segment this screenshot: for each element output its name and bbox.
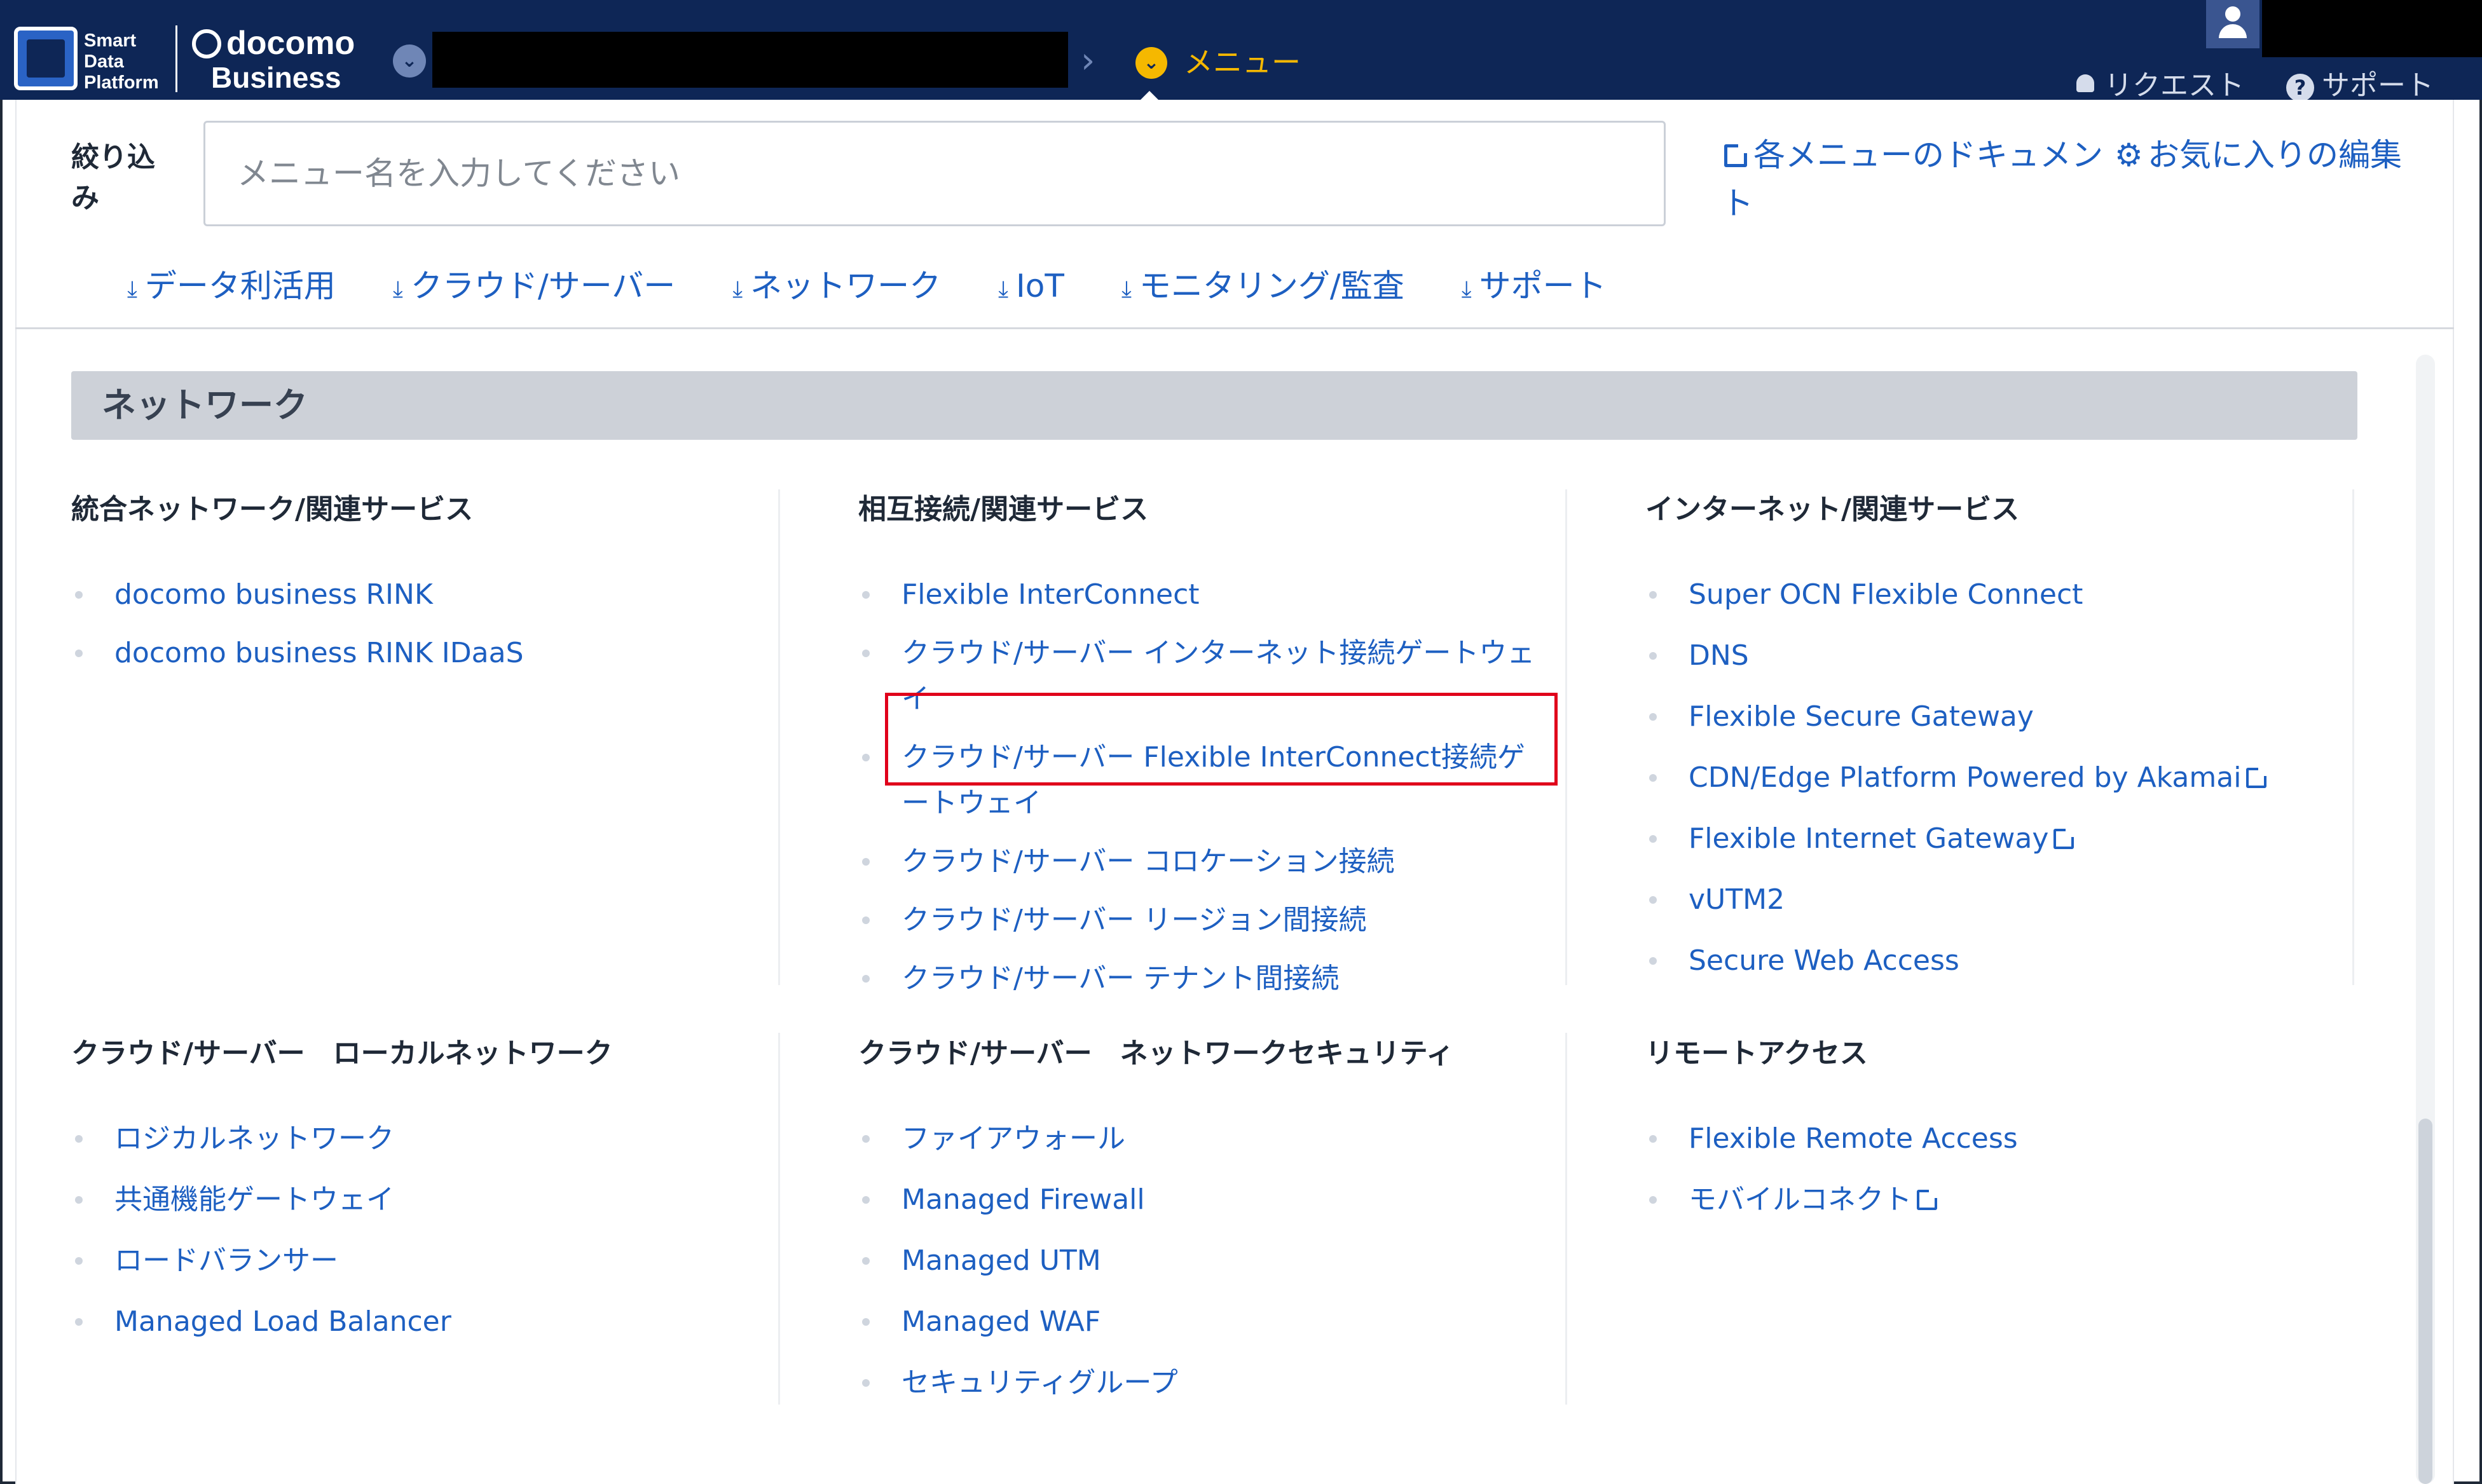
external-link-icon: [1724, 144, 1747, 167]
menu-item[interactable]: Flexible Remote Access: [1645, 1116, 2332, 1162]
menu-item[interactable]: Secure Web Access: [1645, 938, 2332, 984]
panel-caret: [1141, 91, 1158, 100]
bell-icon: [2073, 72, 2098, 97]
menu-item-external[interactable]: モバイルコネクト: [1645, 1177, 2332, 1223]
category-nav: ⤓ データ利活用 ⤓ クラウド/サーバー ⤓ ネットワーク ⤓ IoT ⤓ モニタリング/…: [127, 261, 1607, 311]
arrow-down-icon: ⤓: [1461, 276, 1472, 303]
column-divider: [1565, 489, 1567, 985]
arrow-down-icon: ⤓: [392, 276, 403, 303]
menu-item[interactable]: DNS: [1645, 633, 2332, 679]
menu-item[interactable]: Managed UTM: [858, 1238, 1545, 1284]
edit-favorites-link[interactable]: ⚙ お気に入りの編集: [2115, 131, 2407, 179]
column-divider: [778, 1033, 780, 1405]
menu-item[interactable]: vUTM2: [1645, 877, 2332, 923]
menu-chevron-down-icon[interactable]: ⌄: [1135, 47, 1167, 79]
column-divider: [778, 489, 780, 985]
menu-item[interactable]: Flexible Secure Gateway: [1645, 694, 2332, 740]
top-bar: Smart Data Platform docomo Business ⌄ › …: [0, 0, 2482, 103]
group-list-network-security: ファイアウォール Managed Firewall Managed UTM Ma…: [858, 1116, 1545, 1406]
menu-item-label: CDN/Edge Platform Powered by Akamai: [1689, 761, 2242, 794]
external-link-icon: [2053, 828, 2075, 849]
smart-data-platform-logo-icon[interactable]: [14, 27, 78, 90]
menu-item[interactable]: クラウド/サーバー リージョン間接続: [858, 897, 1545, 943]
docomo-logo-icon: [192, 29, 221, 58]
highlight-annotation-box: [885, 693, 1558, 786]
docomo-wordmark: docomo: [226, 25, 355, 62]
group-title-local-network: クラウド/サーバー ローカルネットワーク: [71, 1037, 613, 1070]
category-link-iot[interactable]: ⤓ IoT: [998, 261, 1064, 311]
menu-item-label: モバイルコネクト: [1689, 1183, 1912, 1216]
menu-toggle-button[interactable]: メニュー: [1184, 42, 1301, 83]
request-link[interactable]: リクエスト: [2073, 69, 2244, 103]
menu-item[interactable]: Managed Load Balancer: [71, 1299, 758, 1345]
group-list-interconnect: Flexible InterConnect クラウド/サーバー インターネット接…: [858, 572, 1545, 1002]
help-icon: ?: [2286, 74, 2314, 102]
scrollbar-thumb[interactable]: [2418, 1119, 2432, 1484]
menu-item[interactable]: Managed WAF: [858, 1299, 1545, 1345]
column-divider: [2352, 489, 2354, 985]
menu-documents-link[interactable]: 各メニューのドキュメント: [1722, 131, 2116, 228]
tenant-name-redacted[interactable]: [432, 32, 1068, 88]
section-header-network: ネットワーク: [71, 371, 2357, 440]
group-title-interconnect: 相互接続/関連サービス: [858, 493, 1149, 526]
menu-item[interactable]: Flexible InterConnect: [858, 572, 1545, 618]
nav-divider: [15, 327, 2454, 329]
group-list-internet: Super OCN Flexible Connect DNS Flexible …: [1645, 572, 2332, 984]
external-link-icon: [1917, 1189, 1938, 1210]
category-link-cloud[interactable]: ⤓ クラウド/サーバー: [393, 261, 675, 311]
menu-item[interactable]: クラウド/サーバー コロケーション接続: [858, 839, 1545, 885]
category-link-data[interactable]: ⤓ データ利活用: [127, 261, 336, 311]
menu-item[interactable]: クラウド/サーバー テナント間接続: [858, 956, 1545, 1002]
category-link-monitoring[interactable]: ⤓ モニタリング/監査: [1121, 261, 1404, 311]
support-link[interactable]: ? サポート: [2286, 69, 2434, 103]
external-link-icon: [2246, 767, 2268, 788]
smart-data-platform-logo-text: Smart Data Platform: [84, 31, 159, 93]
request-label: リクエスト: [2104, 69, 2244, 102]
menu-search-input[interactable]: [203, 121, 1666, 226]
group-list-integrated-network: docomo business RINK docomo business RIN…: [71, 572, 758, 676]
group-title-integrated-network: 統合ネットワーク/関連サービス: [71, 493, 474, 526]
menu-item-label: Flexible Internet Gateway: [1689, 822, 2049, 855]
menu-item[interactable]: ロードバランサー: [71, 1238, 758, 1284]
menu-item[interactable]: ファイアウォール: [858, 1116, 1545, 1162]
arrow-down-icon: ⤓: [127, 276, 137, 303]
logo-divider: [175, 25, 177, 92]
menu-documents-label: 各メニューのドキュメント: [1722, 137, 2103, 222]
support-label: サポート: [2322, 69, 2434, 102]
user-avatar-icon[interactable]: [2206, 0, 2259, 48]
column-divider: [1565, 1033, 1567, 1405]
menu-item[interactable]: Super OCN Flexible Connect: [1645, 572, 2332, 618]
gear-icon: ⚙: [2115, 137, 2143, 174]
group-title-network-security: クラウド/サーバー ネットワークセキュリティ: [858, 1037, 1454, 1070]
tenant-chevron-down-icon[interactable]: ⌄: [393, 44, 426, 78]
category-link-support[interactable]: ⤓ サポート: [1462, 261, 1607, 311]
menu-item[interactable]: docomo business RINK IDaaS: [71, 630, 758, 676]
group-title-remote-access: リモートアクセス: [1645, 1037, 1868, 1070]
business-wordmark: Business: [211, 61, 341, 94]
group-list-local-network: ロジカルネットワーク 共通機能ゲートウェイ ロードバランサー Managed L…: [71, 1116, 758, 1345]
menu-item[interactable]: セキュリティグループ: [858, 1360, 1545, 1406]
arrow-down-icon: ⤓: [732, 276, 743, 303]
group-title-internet: インターネット/関連サービス: [1645, 493, 2020, 526]
arrow-down-icon: ⤓: [998, 276, 1009, 303]
menu-item-external[interactable]: CDN/Edge Platform Powered by Akamai: [1645, 755, 2332, 801]
menu-item[interactable]: Managed Firewall: [858, 1177, 1545, 1223]
breadcrumb-chevron-right-icon: ›: [1081, 40, 1095, 81]
menu-item-external[interactable]: Flexible Internet Gateway: [1645, 816, 2332, 862]
menu-item[interactable]: ロジカルネットワーク: [71, 1116, 758, 1162]
menu-item[interactable]: docomo business RINK: [71, 572, 758, 618]
category-link-network[interactable]: ⤓ ネットワーク: [732, 261, 941, 311]
filter-label: 絞り込み: [71, 141, 155, 214]
edit-favorites-label: お気に入りの編集: [2148, 137, 2402, 174]
group-list-remote-access: Flexible Remote Access モバイルコネクト: [1645, 1116, 2332, 1223]
menu-item[interactable]: 共通機能ゲートウェイ: [71, 1177, 758, 1223]
user-name-redacted[interactable]: [2262, 0, 2482, 57]
arrow-down-icon: ⤓: [1121, 276, 1132, 303]
